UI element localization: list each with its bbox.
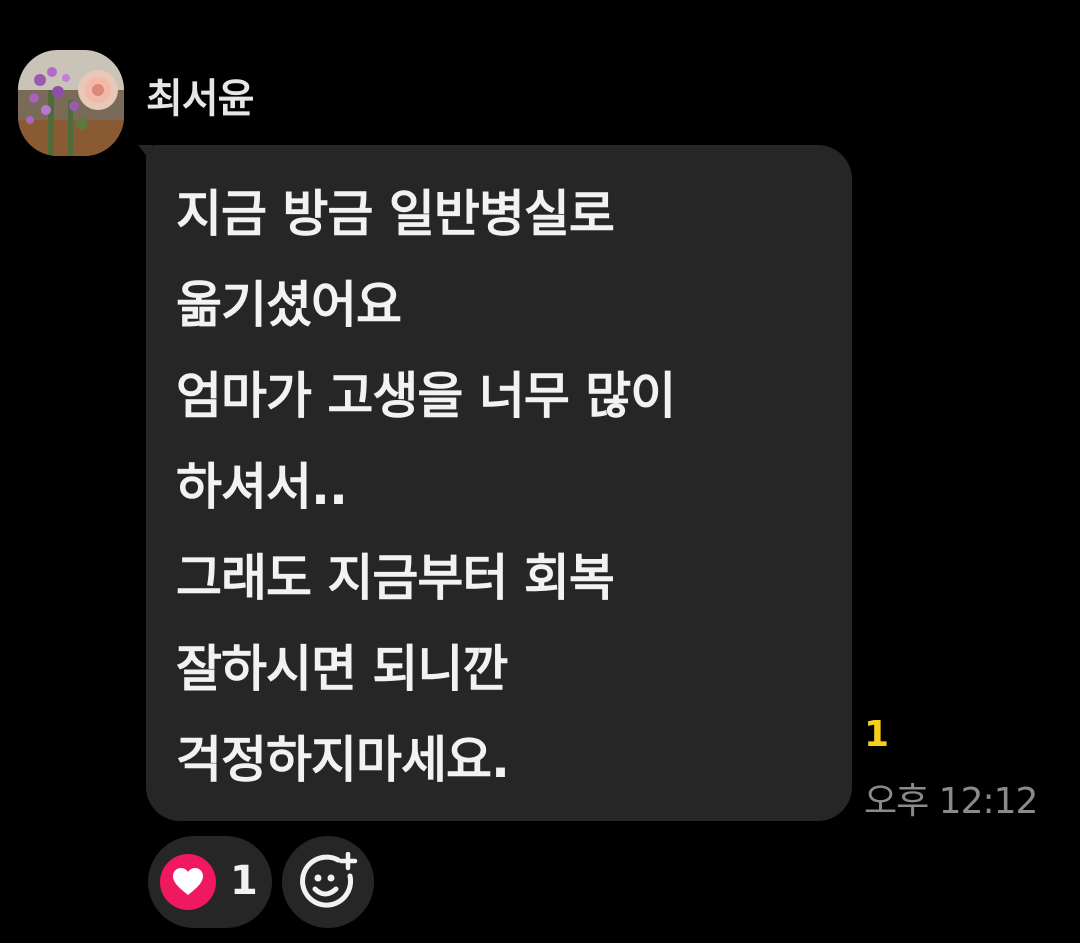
flower-photo-avatar-icon (18, 50, 124, 156)
message-line: 잘하시면 되니깐 (176, 640, 508, 698)
message-time: 오후 12:12 (864, 781, 1038, 822)
message-line: 걱정하지마세요. (176, 731, 510, 789)
reaction-count: 1 (230, 858, 258, 904)
sender-name: 최서윤 (146, 76, 254, 122)
heart-reaction[interactable]: 1 (148, 836, 272, 928)
message-text: 지금 방금 일반병실로 옮기셨어요 엄마가 고생을 너무 많이 하셔서.. 그래… (176, 178, 676, 815)
add-reaction-icon (300, 852, 358, 908)
heart-badge (160, 854, 216, 910)
message-line: 옮기셨어요 (176, 276, 402, 334)
message-line: 그래도 지금부터 회복 (176, 549, 615, 607)
unread-count: 1 (864, 714, 890, 755)
heart-icon (173, 868, 203, 895)
message-line: 지금 방금 일반병실로 (176, 185, 615, 243)
sender-avatar[interactable] (18, 50, 124, 156)
message-line: 하셔서.. (176, 458, 348, 516)
message-line: 엄마가 고생을 너무 많이 (176, 367, 676, 425)
chat-view: 최서윤 지금 방금 일반병실로 옮기셨어요 엄마가 고생을 너무 많이 하셔서.… (0, 0, 1080, 943)
add-reaction-button[interactable] (282, 836, 374, 928)
